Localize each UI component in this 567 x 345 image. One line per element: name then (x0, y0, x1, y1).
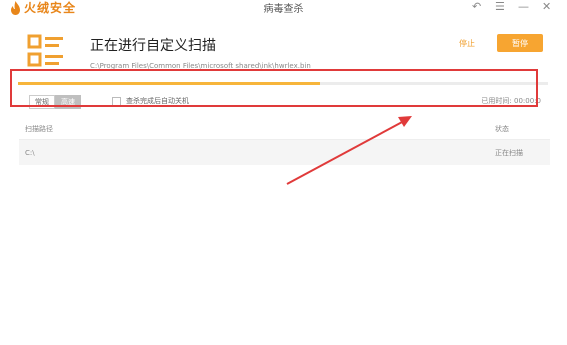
scan-title: 正在进行自定义扫描 (90, 38, 216, 54)
column-header-path: 扫描路径 (25, 125, 53, 133)
table-header: 扫描路径 状态 (19, 119, 550, 140)
close-icon[interactable]: ✕ (542, 0, 551, 13)
scan-table: 扫描路径 状态 C:\ 正在扫描 (19, 119, 550, 165)
title-bar: 火绒安全 病毒查杀 ↶ ☰ — ✕ (0, 0, 567, 16)
window-title: 病毒查杀 (263, 4, 304, 15)
back-icon[interactable]: ↶ (472, 0, 481, 13)
row-path: C:\ (25, 148, 35, 157)
annotation-highlight-box (10, 69, 538, 107)
annotation-arrow (286, 116, 412, 185)
scan-list-icon (27, 34, 63, 67)
column-header-status: 状态 (495, 125, 509, 133)
minimize-icon[interactable]: — (518, 0, 529, 13)
row-status: 正在扫描 (495, 148, 523, 157)
menu-icon[interactable]: ☰ (495, 0, 505, 13)
pause-button[interactable]: 暂停 (497, 34, 543, 52)
table-row[interactable]: C:\ 正在扫描 (19, 140, 550, 165)
stop-button[interactable]: 停止 (459, 38, 475, 49)
